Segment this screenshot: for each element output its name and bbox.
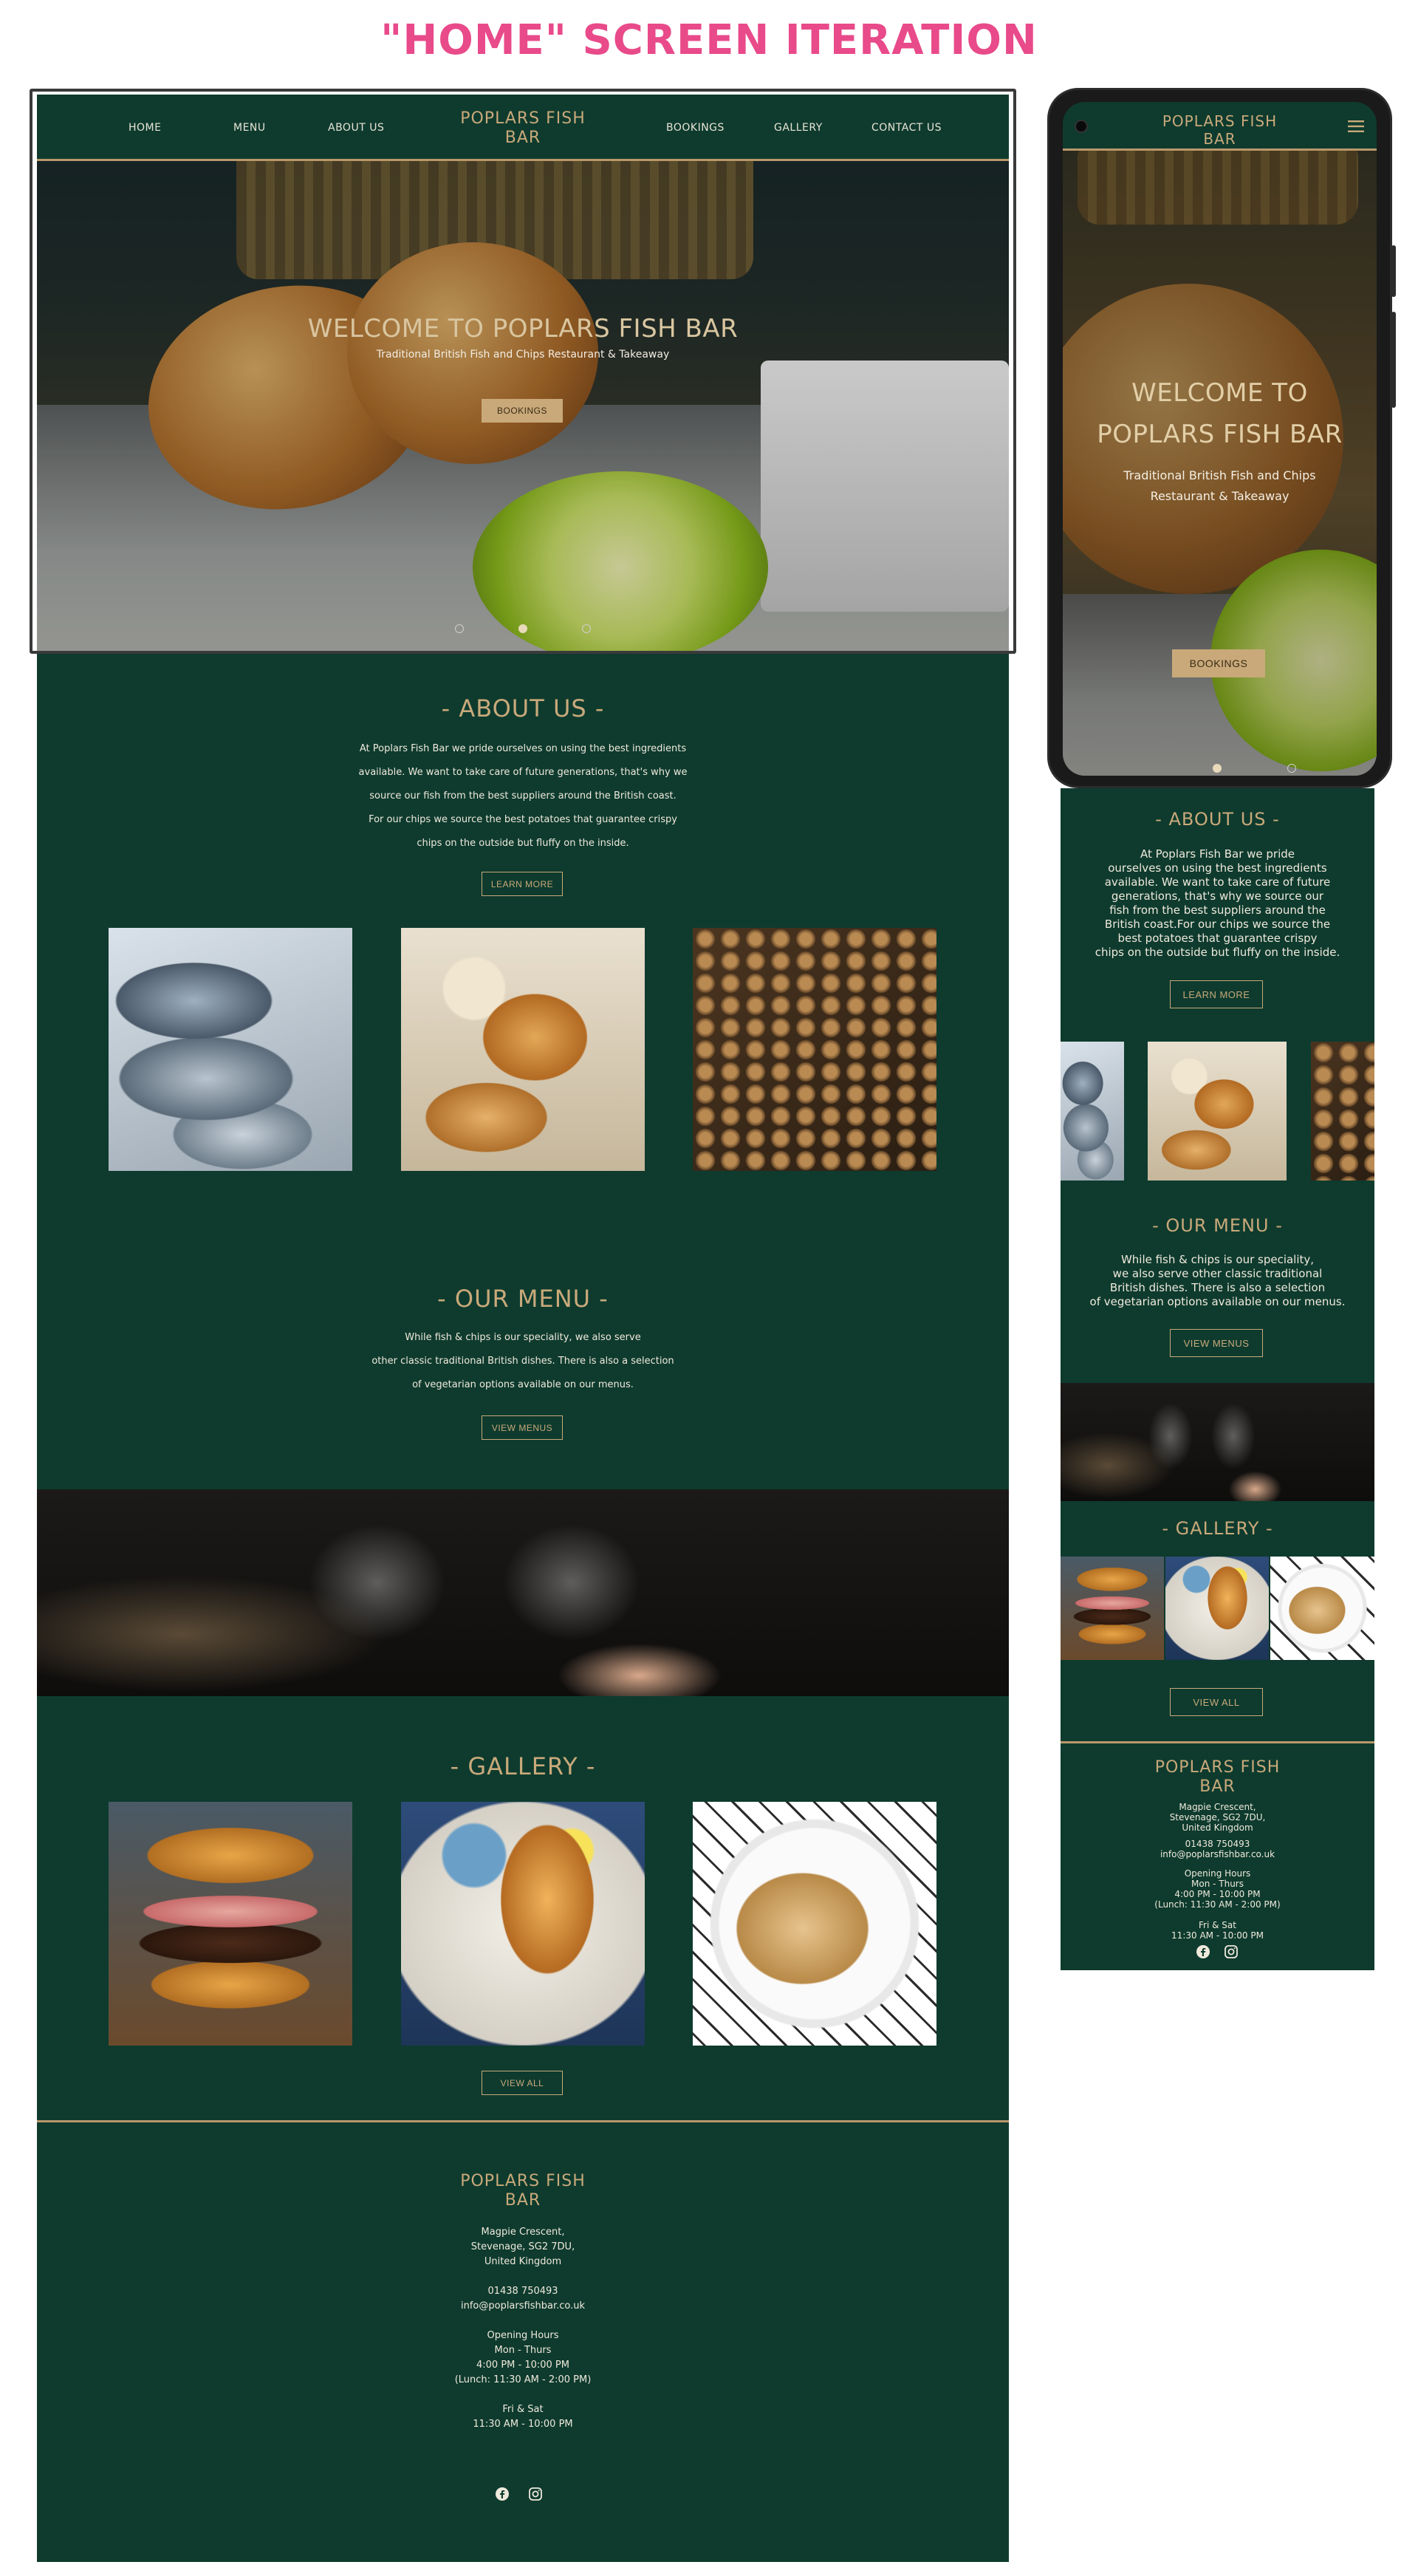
hero-bookings-button[interactable]: BOOKINGS — [482, 399, 563, 423]
mobile-gallery-photo-fishcake[interactable] — [1270, 1557, 1374, 1660]
mobile-view-all-button[interactable]: VIEW ALL — [1170, 1688, 1263, 1716]
mobile-about-photo-potatoes — [1311, 1042, 1374, 1181]
mobile-gallery-photo-burger[interactable] — [1061, 1557, 1164, 1660]
mobile-footer-phone[interactable]: 01438 750493 — [1061, 1839, 1374, 1849]
mobile-footer-brand: POPLARS FISH BAR — [1154, 1758, 1281, 1796]
mobile-footer-address: Magpie Crescent, Stevenage, SG2 7DU, Uni… — [1169, 1802, 1266, 1833]
banner-wine-glasses — [37, 1489, 1009, 1696]
mobile-footer-contact: 01438 750493 info@poplarsfishbar.co.uk — [1061, 1839, 1374, 1859]
view-all-button[interactable]: VIEW ALL — [482, 2071, 563, 2095]
brand-line1: POPLARS FISH — [460, 109, 586, 128]
hero-title: WELCOME TO POPLARS FISH BAR — [307, 314, 739, 344]
mobile-gallery-title: - GALLERY - — [1162, 1518, 1273, 1539]
menu-title: - OUR MENU - — [437, 1285, 609, 1313]
about-title: - ABOUT US - — [441, 694, 605, 722]
about-text: At Poplars Fish Bar we pride ourselves o… — [358, 743, 688, 849]
hamburger-menu-icon[interactable] — [1348, 120, 1364, 133]
mobile-facebook-icon[interactable] — [1196, 1944, 1210, 1959]
gallery-photo-burger[interactable] — [109, 1802, 352, 2046]
mobile-screen: WELCOME TO POPLARS FISH BAR Traditional … — [1063, 102, 1377, 776]
mobile-about-photo-fish-and-chips — [1148, 1042, 1287, 1181]
learn-more-button[interactable]: LEARN MORE — [482, 872, 563, 896]
mobile-banner-wine-glasses — [1061, 1383, 1374, 1501]
mobile-hero-title: WELCOME TO POPLARS FISH BAR — [1097, 378, 1343, 449]
nav-home[interactable]: HOME — [129, 122, 161, 134]
menu-text: While fish & chips is our speciality, we… — [371, 1332, 674, 1390]
mobile-page: - ABOUT US - At Poplars Fish Bar we prid… — [1061, 788, 1374, 1970]
mobile-instagram-icon[interactable] — [1224, 1944, 1239, 1959]
footer-contact: 01438 750493 info@poplarsfishbar.co.uk — [338, 2284, 708, 2314]
view-menus-button[interactable]: VIEW MENUS — [482, 1415, 563, 1440]
about-photo-potatoes — [693, 928, 936, 1171]
mobile-phone-frame: WELCOME TO POPLARS FISH BAR Traditional … — [1047, 88, 1396, 788]
mobile-footer-divider — [1061, 1741, 1374, 1743]
about-photo-fish — [109, 928, 352, 1171]
mobile-carousel-dot-1[interactable] — [1213, 764, 1222, 773]
gallery-photo-fishcake[interactable] — [693, 1802, 936, 2046]
gallery-photo-fish-plate[interactable] — [401, 1802, 645, 2046]
footer-divider — [37, 2120, 1009, 2122]
footer-brand: POPLARS FISH BAR — [460, 2172, 586, 2210]
mobile-about-text: At Poplars Fish Bar we pride ourselves o… — [1095, 847, 1340, 959]
nav-bookings[interactable]: BOOKINGS — [666, 122, 725, 134]
instagram-icon[interactable] — [528, 2487, 543, 2501]
carousel-dot-2[interactable] — [518, 624, 527, 633]
about-photo-fish-and-chips — [401, 928, 645, 1171]
mobile-about-title: - ABOUT US - — [1155, 809, 1280, 830]
mobile-gallery-photo-fish-plate[interactable] — [1165, 1557, 1269, 1660]
nav-contact[interactable]: CONTACT US — [871, 122, 942, 134]
mobile-brand-logo[interactable]: POPLARS FISH BAR — [1144, 112, 1295, 148]
gallery-title: - GALLERY - — [450, 1752, 596, 1780]
nav-gallery[interactable]: GALLERY — [774, 122, 823, 134]
mobile-hero: WELCOME TO POPLARS FISH BAR Traditional … — [1063, 151, 1377, 776]
nav-about[interactable]: ABOUT US — [328, 122, 384, 134]
mobile-menu-title: - OUR MENU - — [1152, 1215, 1283, 1236]
mobile-view-menus-button[interactable]: VIEW MENUS — [1170, 1329, 1263, 1357]
brand-logo[interactable]: POPLARS FISH BAR — [443, 109, 603, 148]
footer-phone[interactable]: 01438 750493 — [338, 2284, 708, 2299]
desktop-page: HOME MENU ABOUT US POPLARS FISH BAR BOOK… — [30, 89, 1016, 2562]
mobile-footer-email[interactable]: info@poplarsfishbar.co.uk — [1061, 1849, 1374, 1859]
brand-line2: BAR — [504, 129, 541, 147]
carousel-dot-1[interactable] — [455, 624, 464, 633]
facebook-icon[interactable] — [495, 2487, 510, 2501]
camera-cutout — [1075, 120, 1088, 133]
footer-address: Magpie Crescent, Stevenage, SG2 7DU, Uni… — [470, 2227, 575, 2267]
mobile-bookings-button[interactable]: BOOKINGS — [1172, 649, 1265, 677]
desktop-navbar: HOME MENU ABOUT US POPLARS FISH BAR BOOK… — [37, 95, 1009, 161]
mobile-menu-text: While fish & chips is our speciality, we… — [1089, 1253, 1346, 1308]
nav-menu[interactable]: MENU — [233, 122, 266, 134]
mobile-footer-hours: Opening Hours Mon - Thurs 4:00 PM - 10:0… — [1154, 1868, 1281, 1941]
footer-email[interactable]: info@poplarsfishbar.co.uk — [338, 2299, 708, 2314]
mobile-carousel-dot-2[interactable] — [1287, 764, 1296, 773]
mobile-hero-subtitle: Traditional British Fish and Chips Resta… — [1123, 468, 1316, 503]
carousel-dot-3[interactable] — [582, 624, 591, 633]
mobile-about-photo-fish — [1061, 1042, 1124, 1181]
hero-carousel: WELCOME TO POPLARS FISH BAR Traditional … — [37, 161, 1009, 654]
mobile-navbar: POPLARS FISH BAR — [1063, 102, 1377, 151]
hero-subtitle: Traditional British Fish and Chips Resta… — [376, 349, 670, 361]
footer-hours: Opening Hours Mon - Thurs 4:00 PM - 10:0… — [454, 2330, 592, 2430]
canvas-title: "HOME" SCREEN ITERATION — [380, 16, 1038, 64]
mobile-learn-more-button[interactable]: LEARN MORE — [1170, 980, 1263, 1008]
